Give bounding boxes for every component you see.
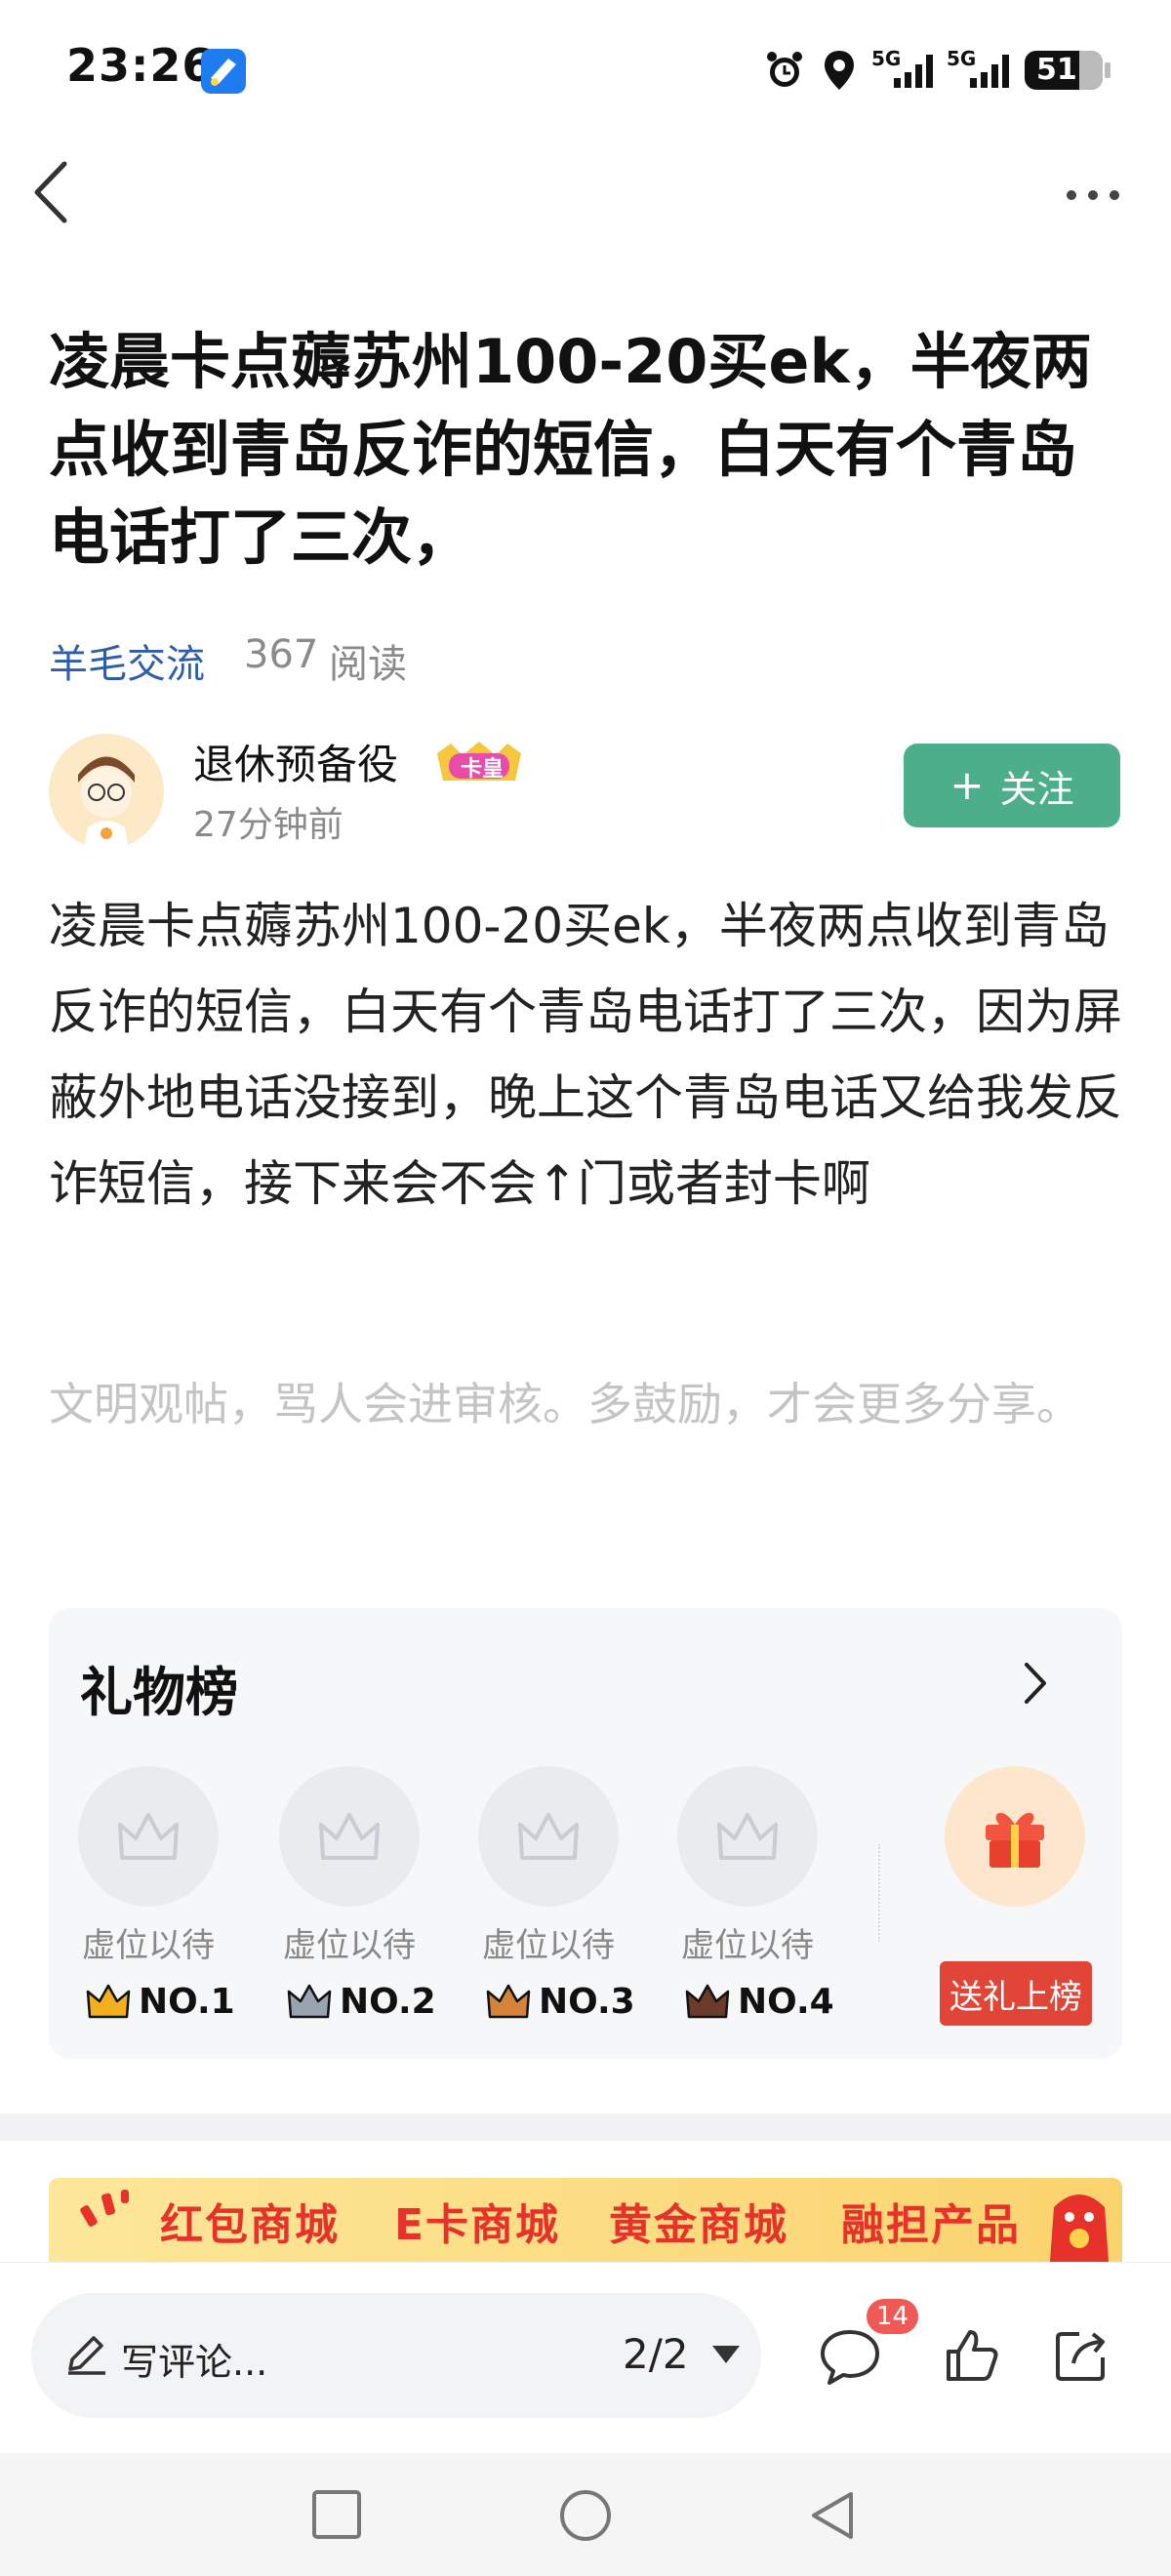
battery-icon: 51 [1025, 51, 1110, 90]
comment-placeholder[interactable]: 写评论... [121, 2332, 267, 2386]
sparkle-icon [80, 2190, 129, 2227]
author-name[interactable]: 退休预备役 [193, 732, 398, 791]
app-notification-icon [201, 49, 246, 94]
signal-2-icon [970, 55, 1009, 88]
send-gift-button[interactable]: 送礼上榜 [940, 1961, 1092, 2026]
crown-outline-icon [319, 1813, 380, 1860]
comment-icon[interactable] [818, 2326, 882, 2387]
author-badge: 卡皇 [433, 740, 525, 785]
section-separator [0, 2113, 1171, 2141]
crown-outline-icon [118, 1813, 179, 1860]
post-time: 27分钟前 [193, 805, 343, 845]
alarm-icon [767, 52, 802, 87]
home-icon[interactable] [558, 2488, 613, 2543]
gift-slot-label: 虚位以待 [681, 1926, 814, 1965]
pencil-icon [68, 2336, 105, 2375]
comment-count-badge: 14 [867, 2299, 919, 2334]
gift-slot-label: 虚位以待 [82, 1926, 215, 1965]
bronze-crown-icon [486, 1984, 531, 2019]
like-icon[interactable] [943, 2326, 1001, 2385]
share-icon[interactable] [1052, 2326, 1110, 2385]
page-indicator[interactable]: 2/2 [623, 2330, 689, 2378]
civility-notice: 文明观帖，骂人会进审核。多鼓励，才会更多分享。 [49, 1378, 1081, 1430]
author-avatar[interactable] [49, 734, 164, 849]
plus-icon: + [949, 761, 985, 809]
read-count: 367 [244, 632, 319, 677]
more-options-icon[interactable] [1064, 181, 1122, 210]
rank-label: NO.4 [738, 1981, 834, 2022]
rank-label: NO.2 [340, 1981, 436, 2022]
dark-crown-icon [685, 1984, 730, 2019]
divider [878, 1844, 880, 1942]
gift-slot-1[interactable] [78, 1766, 219, 1907]
rank-3: NO.3 [486, 1977, 635, 2026]
follow-label: 关注 [999, 767, 1074, 811]
gift-slot-3[interactable] [478, 1766, 619, 1907]
signal-1-icon [894, 55, 933, 88]
location-icon [825, 51, 854, 90]
rank-2: NO.2 [287, 1977, 436, 2026]
battery-level: 51 [1036, 53, 1077, 87]
gift-box-icon[interactable] [945, 1766, 1085, 1907]
mascot-icon [1050, 2194, 1109, 2262]
banner-item-red-packet-mall[interactable]: 红包商城 [160, 2190, 340, 2252]
gift-slot-2[interactable] [279, 1766, 420, 1907]
post-title: 凌晨卡点薅苏州100-20买ek，半夜两点收到青岛反诈的短信，白天有个青岛电话打… [49, 326, 1092, 573]
crown-outline-icon [717, 1813, 778, 1860]
rank-label: NO.1 [139, 1981, 235, 2022]
banner-item-ecard-mall[interactable]: E卡商城 [394, 2190, 560, 2252]
silver-crown-icon [287, 1984, 332, 2019]
rank-4: NO.4 [685, 1977, 834, 2026]
system-back-icon[interactable] [806, 2488, 859, 2543]
status-time: 23:26 [66, 39, 215, 92]
follow-button[interactable]: + 关注 [904, 744, 1120, 827]
banner-item-guarantee-products[interactable]: 融担产品 [841, 2190, 1021, 2252]
banner-item-gold-mall[interactable]: 黄金商城 [609, 2190, 788, 2252]
chevron-right-icon[interactable] [1021, 1659, 1050, 1708]
back-icon[interactable] [27, 158, 76, 226]
crown-outline-icon [518, 1813, 579, 1860]
read-count-unit: 阅读 [329, 642, 407, 687]
recent-apps-icon[interactable] [310, 2488, 363, 2541]
gift-slot-label: 虚位以待 [283, 1926, 416, 1965]
caret-down-icon[interactable] [712, 2346, 740, 2363]
rank-1: NO.1 [86, 1977, 235, 2026]
gold-crown-icon [86, 1984, 131, 2019]
rank-label: NO.3 [539, 1981, 635, 2022]
post-body: 凌晨卡点薅苏州100-20买ek，半夜两点收到青岛反诈的短信，白天有个青岛电话打… [49, 898, 1122, 1212]
gift-slot-4[interactable] [677, 1766, 818, 1907]
gift-slot-label: 虚位以待 [482, 1926, 615, 1965]
gift-board-title: 礼物榜 [80, 1662, 238, 1723]
author-badge-text: 卡皇 [461, 757, 505, 782]
category-link[interactable]: 羊毛交流 [49, 632, 205, 689]
